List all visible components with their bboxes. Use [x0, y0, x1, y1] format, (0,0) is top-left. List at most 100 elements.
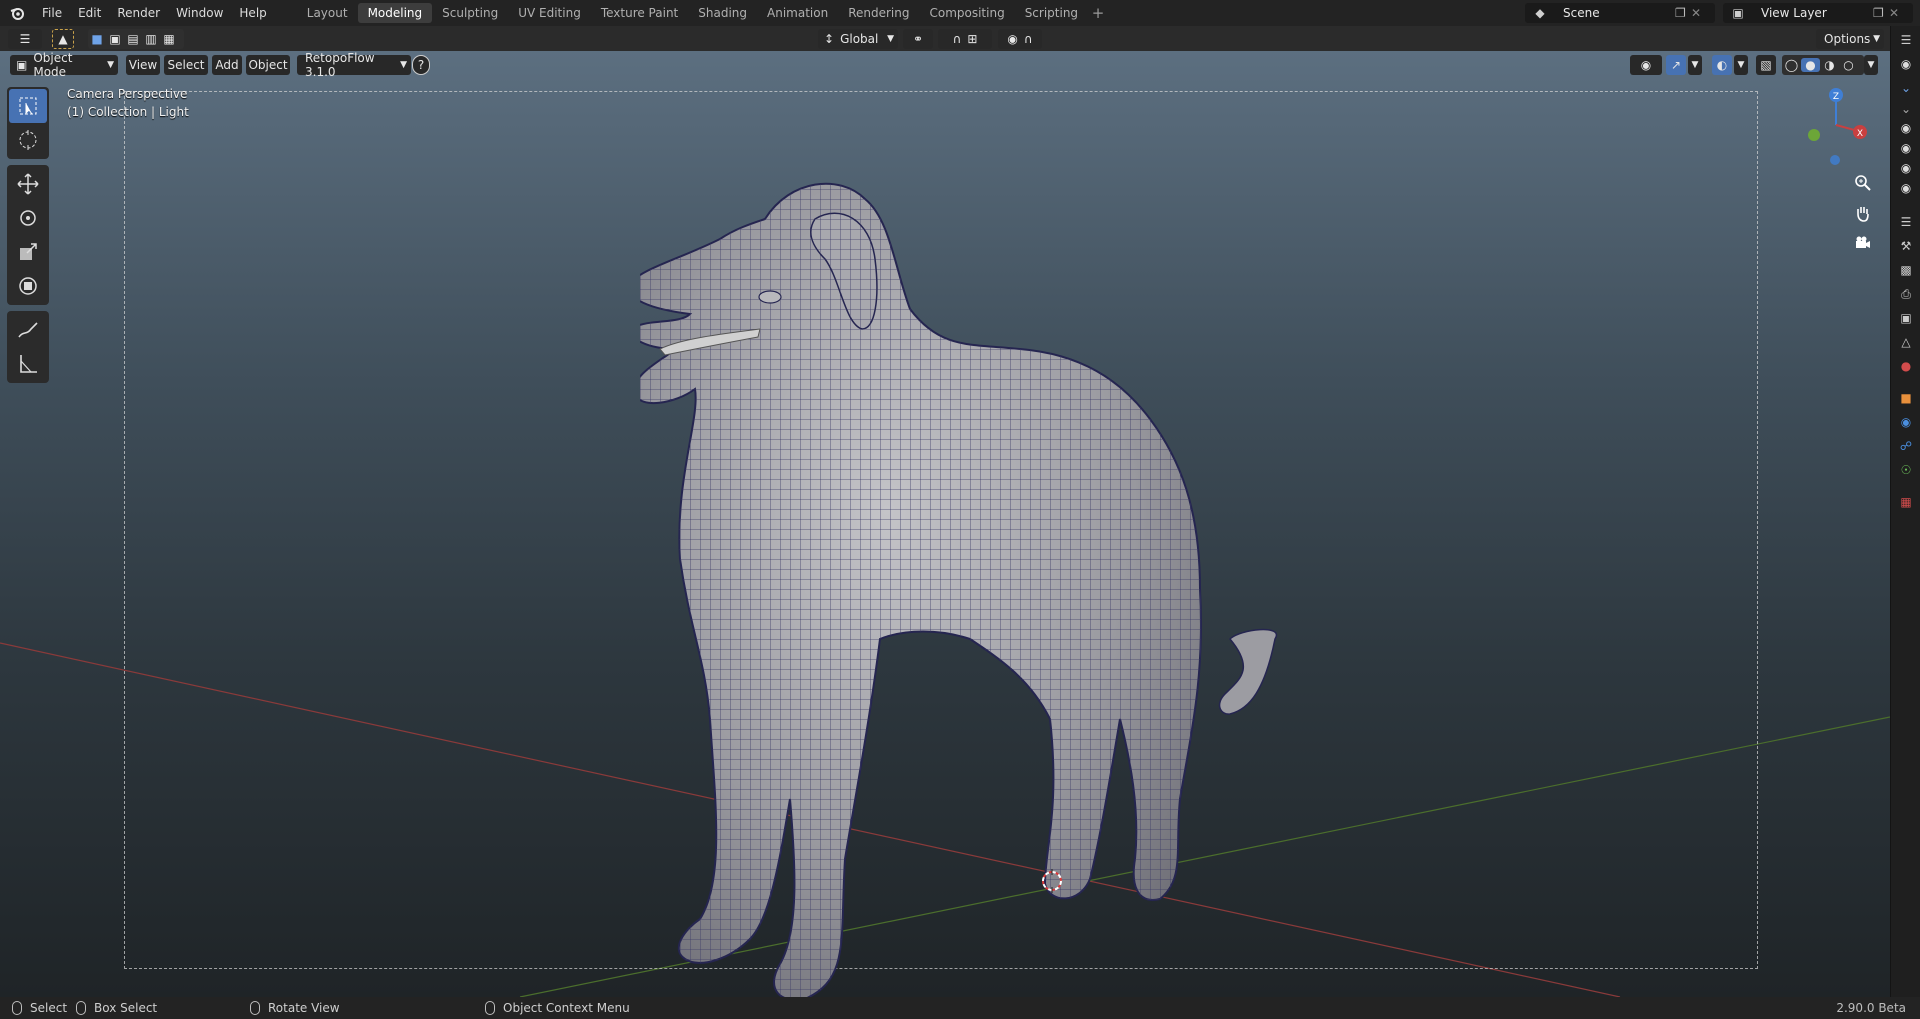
snap-toggle-button[interactable]: ∩ ⊞: [938, 29, 992, 49]
menu-file[interactable]: File: [34, 0, 70, 26]
retopoflow-label: RetopoFlow 3.1.0: [305, 51, 375, 79]
render-properties-icon[interactable]: ▩: [1891, 258, 1920, 282]
select-subtract-icon[interactable]: ▤: [124, 32, 142, 46]
tab-texture-paint[interactable]: Texture Paint: [591, 3, 688, 23]
tab-compositing[interactable]: Compositing: [919, 3, 1014, 23]
blender-logo-icon[interactable]: [0, 0, 34, 26]
left-mouse-icon: [12, 1001, 22, 1015]
tab-rendering[interactable]: Rendering: [838, 3, 919, 23]
retopoflow-dropdown[interactable]: RetopoFlow 3.1.0 ▼: [297, 51, 411, 79]
mode-dropdown[interactable]: ▣ Object Mode ▼: [10, 51, 118, 79]
menu-edit[interactable]: Edit: [70, 0, 109, 26]
tab-animation[interactable]: Animation: [757, 3, 838, 23]
pan-hand-icon[interactable]: [1849, 199, 1877, 227]
transform-tool[interactable]: [9, 269, 47, 303]
tab-scripting[interactable]: Scripting: [1015, 3, 1088, 23]
overlays-dropdown[interactable]: ▼: [1734, 55, 1748, 75]
constraint-properties-icon[interactable]: ☍: [1891, 434, 1920, 458]
world-properties-icon[interactable]: ●: [1891, 354, 1920, 378]
cursor-tool[interactable]: [9, 123, 47, 157]
light-data-icon[interactable]: ☉: [1891, 458, 1920, 482]
output-properties-icon[interactable]: ⎙: [1891, 282, 1920, 306]
help-icon[interactable]: ?: [412, 55, 430, 75]
tab-sculpting[interactable]: Sculpting: [432, 3, 508, 23]
tab-shading[interactable]: Shading: [688, 3, 757, 23]
tab-modeling[interactable]: Modeling: [357, 3, 433, 23]
shading-dropdown[interactable]: ▼: [1864, 55, 1878, 75]
select-extend-icon[interactable]: ▣: [106, 32, 124, 46]
view-menu[interactable]: View: [126, 55, 160, 75]
select-new-icon[interactable]: ■: [88, 32, 106, 46]
collection-item-icon[interactable]: ⌄: [1891, 100, 1920, 118]
tab-layout[interactable]: Layout: [297, 3, 358, 23]
transform-icon: [19, 277, 37, 295]
remove-view-layer-icon[interactable]: ✕: [1889, 6, 1905, 20]
collection-expand-icon[interactable]: ⌄: [1891, 76, 1920, 100]
select-menu[interactable]: Select: [164, 55, 208, 75]
view-layer-properties-icon[interactable]: ▣: [1891, 306, 1920, 330]
tool-properties-icon[interactable]: ⚒: [1891, 234, 1920, 258]
gizmo-y-axis[interactable]: [1808, 129, 1820, 141]
chevron-down-icon: ▼: [1873, 34, 1880, 44]
measure-tool[interactable]: [9, 347, 47, 381]
solid-shading-icon[interactable]: ●: [1801, 58, 1820, 72]
move-icon: [17, 173, 39, 195]
dog-mesh-model[interactable]: [640, 159, 1300, 997]
camera-view-icon[interactable]: [1849, 229, 1877, 257]
new-view-layer-icon[interactable]: ❐: [1873, 6, 1889, 20]
visibility-dropdown[interactable]: ◉: [1630, 55, 1662, 75]
add-workspace-button[interactable]: +: [1088, 4, 1108, 22]
tab-uv-editing[interactable]: UV Editing: [508, 3, 591, 23]
gizmo-neg-z-axis[interactable]: [1830, 155, 1840, 165]
outliner-icon[interactable]: ☰: [1891, 28, 1920, 52]
select-box-tool[interactable]: [9, 89, 47, 123]
object-properties-icon[interactable]: ■: [1891, 386, 1920, 410]
transform-orientation-dropdown[interactable]: ↕ Global ▼: [818, 29, 898, 49]
options-dropdown[interactable]: Options ▼: [1816, 29, 1884, 49]
annotate-tool[interactable]: [9, 313, 47, 347]
remove-scene-icon[interactable]: ✕: [1691, 6, 1707, 20]
wireframe-shading-icon[interactable]: ◯: [1782, 58, 1801, 72]
select-invert-icon[interactable]: ▥: [142, 32, 160, 46]
move-tool[interactable]: [9, 167, 47, 201]
view-layer-name-field[interactable]: View Layer: [1753, 6, 1873, 20]
menu-render[interactable]: Render: [109, 0, 168, 26]
rendered-shading-icon[interactable]: ○: [1839, 58, 1858, 72]
gizmo-dropdown[interactable]: ▼: [1688, 55, 1702, 75]
gizmo-toggle-button[interactable]: ↗: [1666, 55, 1686, 75]
active-tool-icon[interactable]: ▲: [52, 29, 74, 49]
3d-cursor-icon[interactable]: [1040, 869, 1064, 893]
physics-properties-icon[interactable]: ◉: [1891, 410, 1920, 434]
navigation-gizmo[interactable]: Z X: [1800, 85, 1876, 165]
view-layer-selector[interactable]: ▣ View Layer ❐ ✕: [1723, 3, 1913, 23]
scale-tool[interactable]: [9, 235, 47, 269]
pivot-point-button[interactable]: ⚭: [903, 29, 933, 49]
select-intersect-icon[interactable]: ▦: [160, 32, 178, 46]
scene-selector[interactable]: ◆ Scene ❐ ✕: [1525, 3, 1715, 23]
texture-properties-icon[interactable]: ▦: [1891, 490, 1920, 514]
editor-type-button[interactable]: ☰: [8, 29, 42, 49]
object-menu[interactable]: Object: [246, 55, 290, 75]
rotate-tool[interactable]: [9, 201, 47, 235]
properties-editor-icon[interactable]: ☰: [1891, 210, 1920, 234]
add-menu[interactable]: Add: [212, 55, 242, 75]
menu-help[interactable]: Help: [231, 0, 274, 26]
eye-icon[interactable]: ◉: [1891, 138, 1920, 158]
select-box-icon: [19, 97, 37, 115]
material-shading-icon[interactable]: ◑: [1820, 58, 1839, 72]
visibility-eye-icon[interactable]: ◉: [1891, 52, 1920, 76]
3d-viewport[interactable]: ▣ Object Mode ▼ View Select Add Object R…: [0, 51, 1890, 997]
menu-window[interactable]: Window: [168, 0, 231, 26]
zoom-icon[interactable]: [1849, 169, 1877, 197]
right-mouse-icon: [485, 1001, 495, 1015]
overlays-toggle-button[interactable]: ◐: [1712, 55, 1732, 75]
new-scene-icon[interactable]: ❐: [1675, 6, 1691, 20]
eye-icon[interactable]: ◉: [1891, 118, 1920, 138]
proportional-editing-button[interactable]: ◉ ∩: [998, 29, 1042, 49]
status-bar: Select Box Select Rotate View Object Con…: [0, 997, 1920, 1019]
scene-properties-icon[interactable]: △: [1891, 330, 1920, 354]
eye-icon[interactable]: ◉: [1891, 158, 1920, 178]
xray-toggle-button[interactable]: ▧: [1756, 55, 1776, 75]
scene-name-field[interactable]: Scene: [1555, 6, 1675, 20]
eye-icon[interactable]: ◉: [1891, 178, 1920, 198]
